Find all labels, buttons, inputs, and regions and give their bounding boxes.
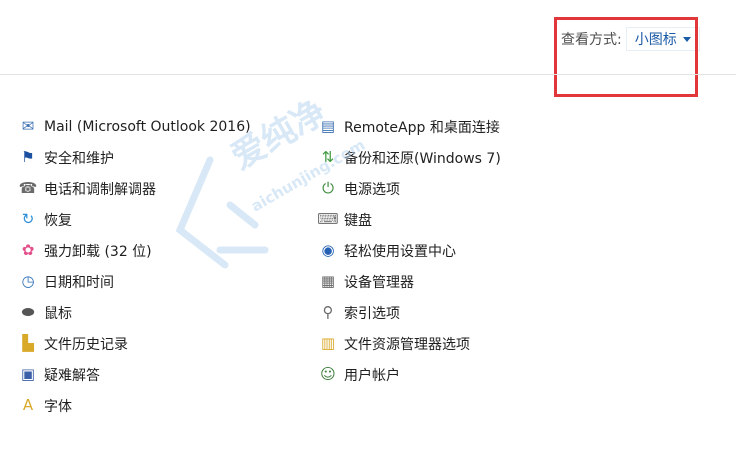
item-phone-modem[interactable]: ☎ 电话和调制解调器	[18, 173, 251, 204]
item-label: 字体	[44, 398, 72, 415]
item-mouse[interactable]: ⬬ 鼠标	[18, 297, 251, 328]
power-icon: ⏻	[322, 179, 334, 197]
item-device-manager[interactable]: ▦ 设备管理器	[318, 266, 501, 297]
item-keyboard[interactable]: ⌨ 键盘	[317, 204, 501, 235]
item-label: 文件历史记录	[44, 336, 128, 353]
items-left-column: ✉ Mail (Microsoft Outlook 2016) ⚑ 安全和维护 …	[18, 111, 251, 421]
item-label: 电源选项	[344, 181, 400, 198]
item-fonts[interactable]: A 字体	[18, 390, 251, 421]
item-label: 索引选项	[344, 305, 400, 322]
item-label: 文件资源管理器选项	[344, 336, 470, 353]
item-label: 用户帐户	[344, 367, 400, 384]
index-icon: ⚲	[322, 303, 334, 321]
mouse-icon: ⬬	[21, 303, 35, 321]
item-label: 恢复	[44, 212, 72, 229]
highlight-box	[554, 17, 698, 97]
item-label: 轻松使用设置中心	[344, 243, 456, 260]
recovery-icon: ↻	[21, 210, 35, 228]
item-label: 备份和还原(Windows 7)	[344, 150, 501, 167]
item-troubleshoot[interactable]: ▣ 疑难解答	[18, 359, 251, 390]
flag-icon: ⚑	[21, 148, 35, 166]
item-label: 电话和调制解调器	[44, 181, 156, 198]
clock-icon: ◷	[21, 272, 35, 290]
item-user-accounts[interactable]: ☺ 用户帐户	[318, 359, 501, 390]
item-recovery[interactable]: ↻ 恢复	[18, 204, 251, 235]
mail-icon: ✉	[21, 117, 35, 135]
item-label: 鼠标	[44, 305, 72, 322]
items-right-column: ▤ RemoteApp 和桌面连接 ⇅ 备份和还原(Windows 7) ⏻ 电…	[317, 111, 501, 390]
font-icon: A	[22, 396, 34, 414]
item-label: Mail (Microsoft Outlook 2016)	[44, 118, 251, 135]
uninstall-icon: ✿	[21, 241, 35, 259]
item-label: RemoteApp 和桌面连接	[344, 119, 500, 136]
item-backup-restore[interactable]: ⇅ 备份和还原(Windows 7)	[318, 142, 501, 173]
item-label: 设备管理器	[344, 274, 414, 291]
backup-icon: ⇅	[321, 148, 335, 166]
item-ease-of-access[interactable]: ◉ 轻松使用设置中心	[318, 235, 501, 266]
user-accounts-icon: ☺	[320, 365, 336, 383]
file-explorer-options-icon: ▥	[320, 334, 336, 352]
item-power-options[interactable]: ⏻ 电源选项	[318, 173, 501, 204]
item-label: 安全和维护	[44, 150, 114, 167]
keyboard-icon: ⌨	[317, 210, 339, 228]
accessibility-icon: ◉	[321, 241, 335, 259]
troubleshoot-icon: ▣	[20, 365, 36, 383]
file-history-icon: ▙	[22, 334, 34, 352]
remote-desktop-icon: ▤	[320, 117, 336, 135]
item-security-maintenance[interactable]: ⚑ 安全和维护	[18, 142, 251, 173]
item-label: 日期和时间	[44, 274, 114, 291]
item-label: 强力卸载 (32 位)	[44, 243, 152, 260]
item-file-explorer-options[interactable]: ▥ 文件资源管理器选项	[318, 328, 501, 359]
header-divider	[0, 74, 736, 75]
device-manager-icon: ▦	[320, 272, 336, 290]
item-date-time[interactable]: ◷ 日期和时间	[18, 266, 251, 297]
item-indexing-options[interactable]: ⚲ 索引选项	[318, 297, 501, 328]
phone-modem-icon: ☎	[18, 179, 38, 197]
item-label: 键盘	[344, 212, 372, 229]
item-remoteapp[interactable]: ▤ RemoteApp 和桌面连接	[318, 111, 501, 142]
item-label: 疑难解答	[44, 367, 100, 384]
item-uninstall[interactable]: ✿ 强力卸载 (32 位)	[18, 235, 251, 266]
item-file-history[interactable]: ▙ 文件历史记录	[18, 328, 251, 359]
item-mail[interactable]: ✉ Mail (Microsoft Outlook 2016)	[18, 111, 251, 142]
